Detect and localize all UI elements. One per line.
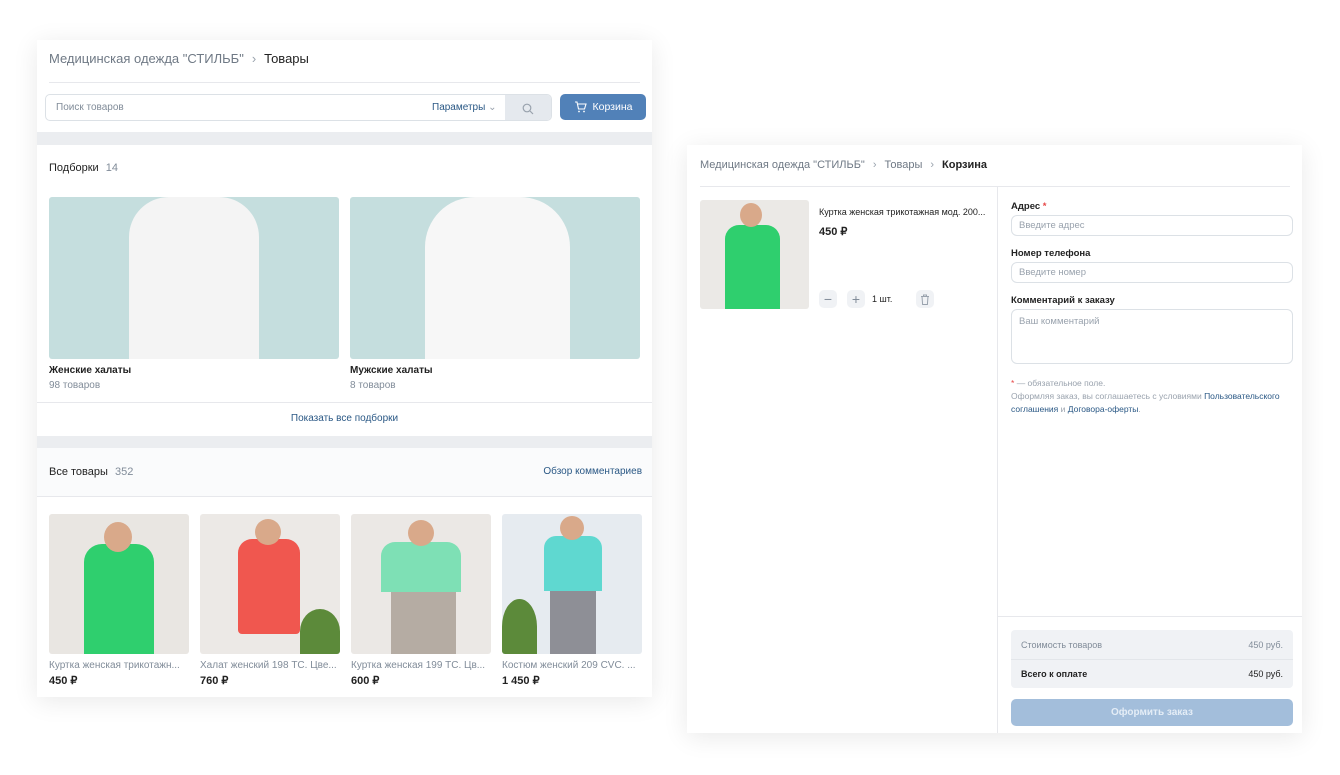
goods-cost-label: Стоимость товаров [1021, 640, 1103, 650]
total-value: 450 руб. [1248, 669, 1283, 679]
product-image [200, 514, 340, 654]
cart-item-price: 450 ₽ [819, 226, 848, 238]
collection-image [350, 197, 640, 359]
search-button[interactable] [505, 95, 551, 120]
divider [37, 402, 652, 403]
total-label: Всего к оплате [1021, 669, 1088, 679]
products-header: Все товары 352 [49, 466, 133, 478]
comment-textarea[interactable]: Ваш комментарий [1011, 309, 1293, 364]
product-price: 600 ₽ [351, 675, 380, 687]
product-image [502, 514, 642, 654]
breadcrumb-shop[interactable]: Медицинская одежда "СТИЛЬБ" [49, 51, 244, 66]
product-price: 450 ₽ [49, 675, 78, 687]
increase-quantity-button[interactable]: + [847, 290, 865, 308]
product-price: 760 ₽ [200, 675, 229, 687]
required-mark: * [1042, 201, 1047, 212]
offer-link[interactable]: Договора-оферты [1068, 404, 1139, 414]
and-text: и [1058, 404, 1068, 414]
collection-count: 98 товаров [49, 380, 101, 391]
chevron-down-icon: ⌄ [488, 102, 497, 113]
comment-label: Комментарий к заказу [1011, 295, 1115, 306]
delete-item-button[interactable] [916, 290, 934, 308]
address-label: Адрес * [1011, 201, 1046, 212]
collections-section: Подборки 14 Женские халаты 98 товаров Му… [37, 145, 652, 436]
collection-name: Мужские халаты [350, 365, 433, 376]
params-label: Параметры [432, 102, 486, 113]
breadcrumb: Медицинская одежда "СТИЛЬБ" › Товары › Корзи… [700, 159, 988, 171]
breadcrumb-shop[interactable]: Медицинская одежда "СТИЛЬБ" [700, 159, 865, 171]
goods-cost-value: 450 руб. [1248, 640, 1283, 650]
shop-header: Медицинская одежда "СТИЛЬБ" › Товары Поиск… [37, 40, 652, 132]
breadcrumb-current: Товары [264, 51, 309, 66]
collection-count: 8 товаров [350, 380, 396, 391]
required-mark: * [1011, 378, 1015, 388]
product-name: Куртка женская 199 ТС. Цв... [351, 660, 486, 671]
search-input[interactable]: Поиск товаров [56, 102, 124, 113]
cart-panel: Медицинская одежда "СТИЛЬБ" › Товары › Корзи… [687, 145, 1302, 733]
decrease-quantity-button[interactable]: − [819, 290, 837, 308]
collections-title: Подборки [49, 162, 99, 174]
product-name: Костюм женский 209 CVC. ... [502, 660, 636, 671]
cart-icon [574, 101, 587, 113]
search-bar: Поиск товаров Параметры ⌄ [45, 94, 552, 121]
product-name: Куртка женская трикотажн... [49, 660, 180, 671]
plus-icon: + [851, 291, 861, 307]
form-note: * — обязательное поле. Оформляя заказ, в… [1011, 377, 1296, 416]
checkout-button[interactable]: Оформить заказ [1011, 699, 1293, 726]
divider [998, 616, 1302, 617]
reviews-link[interactable]: Обзор комментариев [543, 466, 642, 477]
shop-panel: Медицинская одежда "СТИЛЬБ" › Товары Поиск… [37, 40, 652, 697]
vertical-divider [997, 187, 998, 733]
order-summary: Стоимость товаров 450 руб. Всего к оплат… [1011, 630, 1293, 688]
breadcrumb: Медицинская одежда "СТИЛЬБ" › Товары [49, 51, 309, 66]
cart-item-image[interactable] [700, 200, 809, 309]
collection-image [49, 197, 339, 359]
product-image [351, 514, 491, 654]
product-price: 1 450 ₽ [502, 675, 540, 687]
phone-input[interactable]: Введите номер [1011, 262, 1293, 283]
cart-button-label: Корзина [592, 101, 633, 113]
trash-icon [921, 294, 929, 305]
address-label-text: Адрес [1011, 201, 1041, 212]
collections-count: 14 [105, 162, 119, 174]
params-dropdown[interactable]: Параметры ⌄ [432, 102, 496, 113]
show-all-collections-link[interactable]: Показать все подборки [37, 413, 652, 424]
product-name: Халат женский 198 ТС. Цве... [200, 660, 337, 671]
required-note: — обязательное поле. [1016, 378, 1106, 388]
agree-note: Оформляя заказ, вы соглашаетесь с услови… [1011, 391, 1205, 401]
products-section: Все товары 352 Обзор комментариев Куртка… [37, 448, 652, 697]
breadcrumb-current: Корзина [942, 159, 988, 171]
quantity-value: 1 шт. [872, 294, 893, 304]
collection-name: Женские халаты [49, 365, 132, 376]
phone-label: Номер телефона [1011, 248, 1091, 259]
divider [49, 82, 640, 83]
cart-item-name[interactable]: Куртка женская трикотажная мод. 200... [819, 207, 985, 217]
products-count: 352 [114, 466, 134, 478]
minus-icon: − [823, 291, 833, 307]
products-title: Все товары [49, 466, 108, 478]
divider [700, 186, 1290, 187]
collections-header: Подборки 14 [49, 162, 118, 174]
note-end: . [1138, 404, 1141, 414]
cart-button[interactable]: Корзина [560, 94, 646, 120]
search-icon [522, 103, 534, 114]
address-input[interactable]: Введите адрес [1011, 215, 1293, 236]
breadcrumb-products[interactable]: Товары [885, 159, 923, 171]
product-image [49, 514, 189, 654]
